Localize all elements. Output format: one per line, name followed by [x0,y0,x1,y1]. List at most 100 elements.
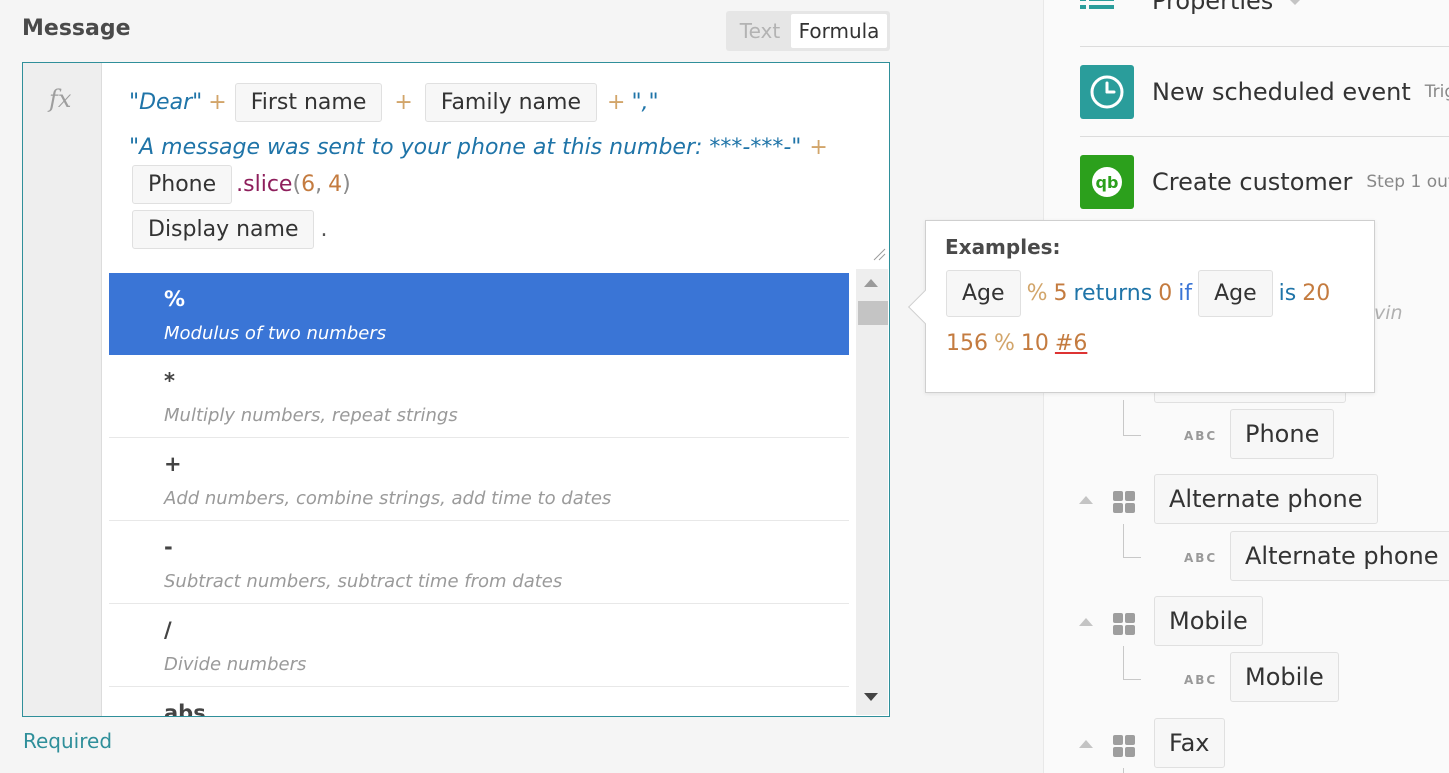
formula-line-2: "A message was sent to your phone at thi… [129,135,828,160]
grid-icon [1113,735,1135,757]
dropdown-item-symbol: / [164,618,172,642]
caret-up-icon[interactable] [1079,496,1093,504]
dropdown-item-symbol: + [164,452,182,476]
dropdown-item-subtract[interactable]: - Subtract numbers, subtract time from d… [109,521,849,604]
tree-connector [1123,646,1141,680]
keyword-token: is [1278,281,1297,306]
scroll-down-icon[interactable] [864,693,878,701]
dropdown-item-description: Modulus of two numbers [164,323,387,344]
example-line-2: 156 % 10 #6 [946,331,1087,356]
tree-connector [1123,768,1124,773]
number-token: 20 [1302,281,1331,306]
group-pill-mobile[interactable]: Mobile [1154,596,1263,646]
comma-token: , [315,172,323,197]
dropdown-item-divide[interactable]: / Divide numbers [109,604,849,687]
grid-icon [1113,613,1135,635]
operator-token: + [208,90,227,115]
examples-tooltip: Examples: Age % 5 returns 0 if Age is 20… [908,220,1375,393]
dropdown-item-description: Add numbers, combine strings, add time t… [164,488,612,509]
operator-token: % [1026,281,1048,306]
number-token: 5 [1053,281,1068,306]
keyword-token: returns [1073,281,1153,306]
scroll-up-icon[interactable] [864,279,878,287]
step-scheduled-event[interactable]: New scheduled event Trigge [1080,65,1449,119]
dropdown-item-modulus[interactable]: % Modulus of two numbers [109,273,849,355]
resize-grip-icon[interactable] [872,247,886,261]
abc-type-label: ABC [1184,551,1218,565]
example-line-1: Age % 5 returns 0 if Age is 20 [946,270,1330,317]
abc-type-label: ABC [1184,673,1218,687]
properties-label: Properties [1152,0,1274,15]
dot-token: . [320,217,328,242]
divider [1080,136,1449,137]
operator-token: + [607,90,626,115]
dropdown-item-description: Divide numbers [164,654,307,675]
field-pill-age: Age [946,270,1021,317]
step-title: New scheduled event [1152,78,1411,106]
required-label: Required [23,729,113,753]
field-label: Message [22,16,131,41]
dropdown-item-abs[interactable]: abs [109,687,849,716]
string-token: "A message was sent to your phone at thi… [129,135,802,160]
field-pill-display-name[interactable]: Display name [132,210,315,249]
paren-token: ) [342,172,351,197]
field-pill-mobile[interactable]: Mobile [1230,652,1339,702]
caret-up-icon[interactable] [1079,740,1093,748]
scroll-thumb[interactable] [858,301,888,325]
divider [1080,46,1449,47]
number-token: 0 [1158,281,1173,306]
tree-connector [1123,524,1141,558]
field-pill-first-name[interactable]: First name [234,83,383,122]
field-pill-family-name[interactable]: Family name [424,83,597,122]
step-subtitle: Trigge [1424,82,1449,102]
number-token: 10 [1020,331,1049,356]
formula-line-1: "Dear" + First name + Family name + "," [129,83,659,122]
mode-toggle: Text Formula [726,11,890,51]
string-token: "," [631,90,659,115]
dropdown-item-add[interactable]: + Add numbers, combine strings, add time… [109,438,849,521]
string-token: "Dear" [129,90,203,115]
editor-gutter: fx [23,63,102,716]
mode-text-button[interactable]: Text [729,14,791,48]
properties-header[interactable]: Properties [1080,0,1449,16]
field-pill-alternate-phone[interactable]: Alternate phone [1230,531,1449,581]
chevron-down-icon [1287,0,1304,5]
tooltip-arrow [908,290,942,324]
step-create-customer[interactable]: qb Create customer Step 1 outpu [1080,155,1449,209]
caret-up-icon[interactable] [1079,618,1093,626]
svg-text:qb: qb [1096,173,1119,192]
paren-token: ( [292,172,302,197]
dropdown-item-symbol: * [164,369,175,393]
fx-icon: fx [49,85,72,113]
number-token: 4 [328,172,343,197]
dropdown-item-description: Multiply numbers, repeat strings [164,405,458,426]
dropdown-scrollbar[interactable] [856,269,888,715]
dropdown-item-description: Subtract numbers, subtract time from dat… [164,571,563,592]
list-icon [1080,0,1114,9]
grid-icon [1113,491,1135,513]
formula-editor[interactable]: fx "Dear" + First name + Family name + "… [22,62,890,717]
keyword-token: if [1178,281,1193,306]
clipped-text: vin [1374,302,1403,324]
abc-type-label: ABC [1184,429,1218,443]
dropdown-item-symbol: abs [164,701,206,716]
group-pill-fax[interactable]: Fax [1154,718,1225,768]
quickbooks-icon: qb [1080,155,1134,209]
autocomplete-dropdown: % Modulus of two numbers * Multiply numb… [109,273,849,716]
operator-token: + [809,135,828,160]
field-pill-phone[interactable]: Phone [1230,409,1335,459]
clock-icon [1080,65,1134,119]
field-pill-age: Age [1198,270,1273,317]
step-subtitle: Step 1 outpu [1366,172,1449,192]
mode-formula-button[interactable]: Formula [791,14,887,48]
number-token: 6 [301,172,316,197]
group-pill-alternate-phone[interactable]: Alternate phone [1154,474,1378,524]
tree-connector [1123,400,1141,436]
function-token: .slice [236,172,293,197]
operator-token: + [394,90,413,115]
field-pill-phone[interactable]: Phone [132,165,233,204]
dropdown-item-symbol: % [164,287,186,311]
dropdown-item-multiply[interactable]: * Multiply numbers, repeat strings [109,355,849,438]
tooltip-title: Examples: [945,235,1061,259]
number-token: 156 [946,331,988,356]
